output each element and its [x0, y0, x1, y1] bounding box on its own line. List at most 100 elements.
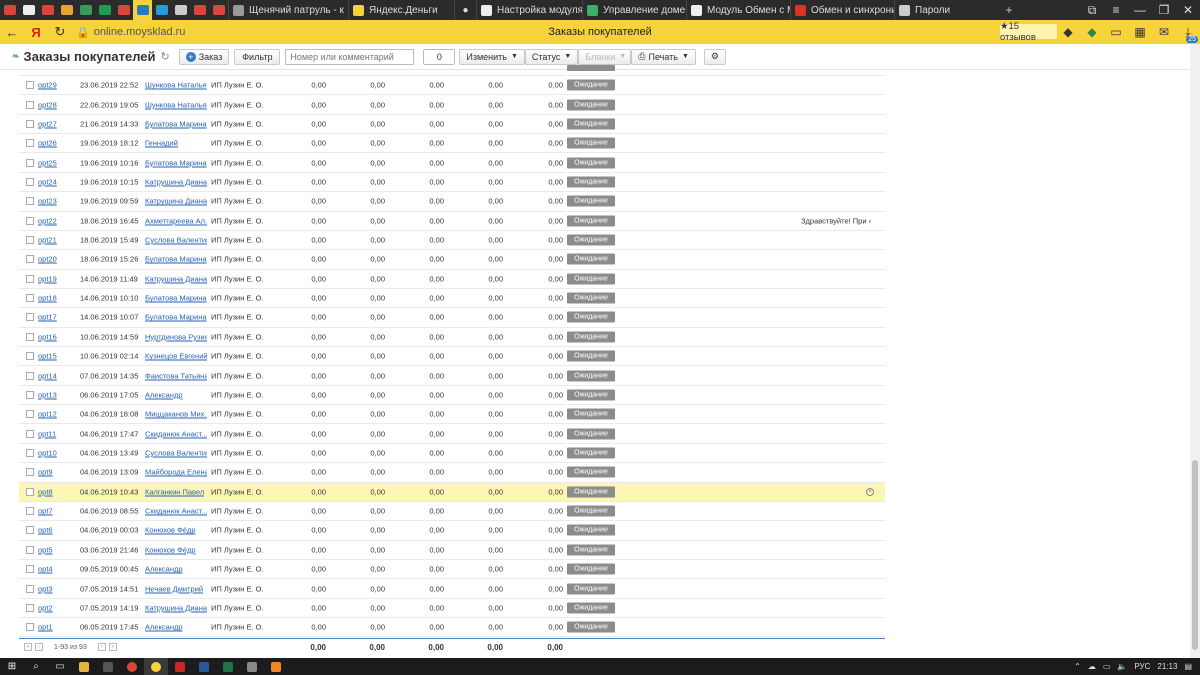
- customer-link[interactable]: Булатова Марина: [145, 294, 207, 303]
- row-checkbox[interactable]: [26, 255, 34, 264]
- order-number-link[interactable]: opt11: [38, 429, 56, 438]
- restore-icon[interactable]: ❐: [1152, 3, 1176, 18]
- customer-link[interactable]: Булатова Марина: [145, 255, 207, 264]
- order-number-link[interactable]: opt20: [38, 255, 57, 264]
- extensions-icon[interactable]: ▭: [1104, 25, 1128, 39]
- tab-1[interactable]: Яндекс.Деньги: [348, 0, 454, 20]
- change-button[interactable]: Изменить ▼: [459, 48, 525, 65]
- refresh-icon[interactable]: ↻: [161, 50, 170, 63]
- status-badge[interactable]: Ожидание: [567, 311, 615, 323]
- downloads-icon[interactable]: ⤓ 25: [1176, 25, 1200, 43]
- table-row[interactable]: opt27 21.06.2019 14:33 Булатова Марина ИП Л…: [19, 115, 885, 135]
- language-indicator[interactable]: РУС: [1134, 662, 1150, 671]
- excel-icon[interactable]: [216, 658, 240, 675]
- order-number-link[interactable]: opt1: [38, 623, 53, 632]
- first-page-icon[interactable]: «: [24, 643, 32, 651]
- table-row[interactable]: opt28 22.06.2019 19:05 Шункова Наталья ИП Л…: [19, 95, 885, 115]
- search-icon[interactable]: ⌕: [24, 658, 48, 675]
- status-badge[interactable]: Ожидание: [567, 331, 615, 343]
- customer-link[interactable]: Александр: [145, 565, 183, 574]
- status-badge[interactable]: Ожидание: [567, 621, 615, 633]
- order-number-link[interactable]: opt28: [38, 100, 57, 109]
- pinned-tab-mail[interactable]: [171, 0, 190, 20]
- row-checkbox[interactable]: [26, 313, 34, 322]
- table-row[interactable]: opt17 14.06.2019 10:07 Булатова Марина ИП Л…: [19, 308, 885, 328]
- customer-link[interactable]: Александр: [145, 623, 183, 632]
- order-number-link[interactable]: opt27: [38, 119, 57, 128]
- clock[interactable]: 21:13: [1157, 662, 1177, 671]
- row-checkbox[interactable]: [26, 294, 34, 303]
- add-order-button[interactable]: + Заказ: [178, 48, 230, 65]
- customer-link[interactable]: Кузнецов Евгений: [145, 352, 207, 361]
- status-badge[interactable]: Ожидание: [567, 428, 615, 440]
- store-icon[interactable]: [96, 658, 120, 675]
- row-checkbox[interactable]: [26, 390, 34, 399]
- customer-link[interactable]: Калганкин Павел: [145, 487, 204, 496]
- order-number-link[interactable]: opt10: [38, 449, 57, 458]
- minimize-icon[interactable]: —: [1128, 3, 1152, 18]
- status-badge[interactable]: Ожидание: [567, 389, 615, 401]
- order-number-link[interactable]: opt17: [38, 313, 57, 322]
- status-badge[interactable]: Ожидание: [567, 602, 615, 614]
- menu-icon[interactable]: ≡: [1104, 3, 1128, 18]
- status-badge[interactable]: Ожидание: [567, 273, 615, 285]
- customer-link[interactable]: Геннадий: [145, 139, 178, 148]
- row-checkbox[interactable]: [26, 410, 34, 419]
- status-badge[interactable]: Ожидание: [567, 524, 615, 536]
- customer-link[interactable]: Александр: [145, 390, 183, 399]
- status-badge[interactable]: Ожидание: [567, 292, 615, 304]
- customer-link[interactable]: Суслова Валентина: [145, 236, 207, 245]
- scrollbar-thumb[interactable]: [1192, 460, 1198, 650]
- customer-link[interactable]: Миццаканов Мих...: [145, 410, 207, 419]
- customer-link[interactable]: Катрушина Диана: [145, 177, 207, 186]
- row-checkbox[interactable]: [26, 274, 34, 283]
- tab-4[interactable]: Модуль Обмен с Мо: [686, 0, 790, 20]
- pinned-tab-skype[interactable]: [152, 0, 171, 20]
- volume-icon[interactable]: 🔈: [1117, 662, 1127, 671]
- customer-link[interactable]: Булатова Марина: [145, 158, 207, 167]
- table-row[interactable]: opt19 14.06.2019 11:49 Катрушина Диана ИП Л…: [19, 270, 885, 289]
- print-button[interactable]: ⎙ Печать ▼: [631, 48, 696, 65]
- status-badge[interactable]: Ожидание: [567, 583, 615, 595]
- row-checkbox[interactable]: [26, 197, 34, 206]
- tab-6[interactable]: Пароли: [894, 0, 998, 20]
- protect-icon[interactable]: ◆: [1080, 25, 1104, 39]
- pinned-tab-gmail-6[interactable]: [209, 0, 228, 20]
- tab-0[interactable]: Щенячий патруль - к: [228, 0, 348, 20]
- row-checkbox[interactable]: [26, 236, 34, 245]
- table-row[interactable]: opt13 06.06.2019 17:05 Александр ИП Лузин Е…: [19, 386, 885, 406]
- table-row[interactable]: opt16 10.06.2019 14:59 Нуртдинова Рузия ИП …: [19, 328, 885, 348]
- status-badge[interactable]: Ожидание: [567, 215, 615, 227]
- status-badge[interactable]: Ожидание: [567, 118, 615, 130]
- order-number-link[interactable]: opt9: [38, 468, 53, 477]
- filezilla-icon[interactable]: [168, 658, 192, 675]
- windows-start-icon[interactable]: ⊞: [0, 658, 24, 675]
- translate-icon[interactable]: ▦: [1128, 25, 1152, 39]
- table-row[interactable]: opt14 07.06.2019 14:35 Фаистова Татьяна ИП …: [19, 366, 885, 386]
- order-number-link[interactable]: opt7: [38, 507, 53, 516]
- table-row[interactable]: opt4 09.05.2019 00:45 Александр ИП Лузин Е.…: [19, 560, 885, 580]
- table-row[interactable]: opt22 18.06.2019 16:45 Ахметгареева Ал... И…: [19, 212, 885, 231]
- table-row[interactable]: opt5 03.06.2019 21:46 Конюхов Фёдр ИП Лузин…: [19, 541, 885, 560]
- customer-link[interactable]: Шункова Наталья: [145, 81, 207, 90]
- status-badge[interactable]: Ожидание: [567, 157, 615, 169]
- chevron-up-icon[interactable]: ⌃: [1074, 662, 1081, 671]
- word-icon[interactable]: [192, 658, 216, 675]
- row-checkbox[interactable]: [26, 216, 34, 225]
- pinned-tab-gmail[interactable]: [0, 0, 19, 20]
- selected-counter[interactable]: 0: [423, 48, 456, 65]
- order-number-link[interactable]: opt3: [38, 584, 53, 593]
- tab-3[interactable]: Управление доменам: [582, 0, 686, 20]
- customer-link[interactable]: Ахметгареева Ал...: [145, 216, 207, 225]
- row-checkbox[interactable]: [26, 119, 34, 128]
- order-number-link[interactable]: opt23: [38, 197, 57, 206]
- order-number-link[interactable]: opt6: [38, 526, 53, 535]
- close-icon[interactable]: ✕: [1176, 3, 1200, 18]
- order-number-link[interactable]: opt25: [38, 158, 57, 167]
- order-number-link[interactable]: opt22: [38, 216, 57, 225]
- pinned-tab-gmail-2[interactable]: [38, 0, 57, 20]
- row-checkbox[interactable]: [26, 468, 34, 477]
- app-icon[interactable]: [240, 658, 264, 675]
- order-number-link[interactable]: opt16: [38, 332, 57, 341]
- row-checkbox[interactable]: [26, 526, 34, 535]
